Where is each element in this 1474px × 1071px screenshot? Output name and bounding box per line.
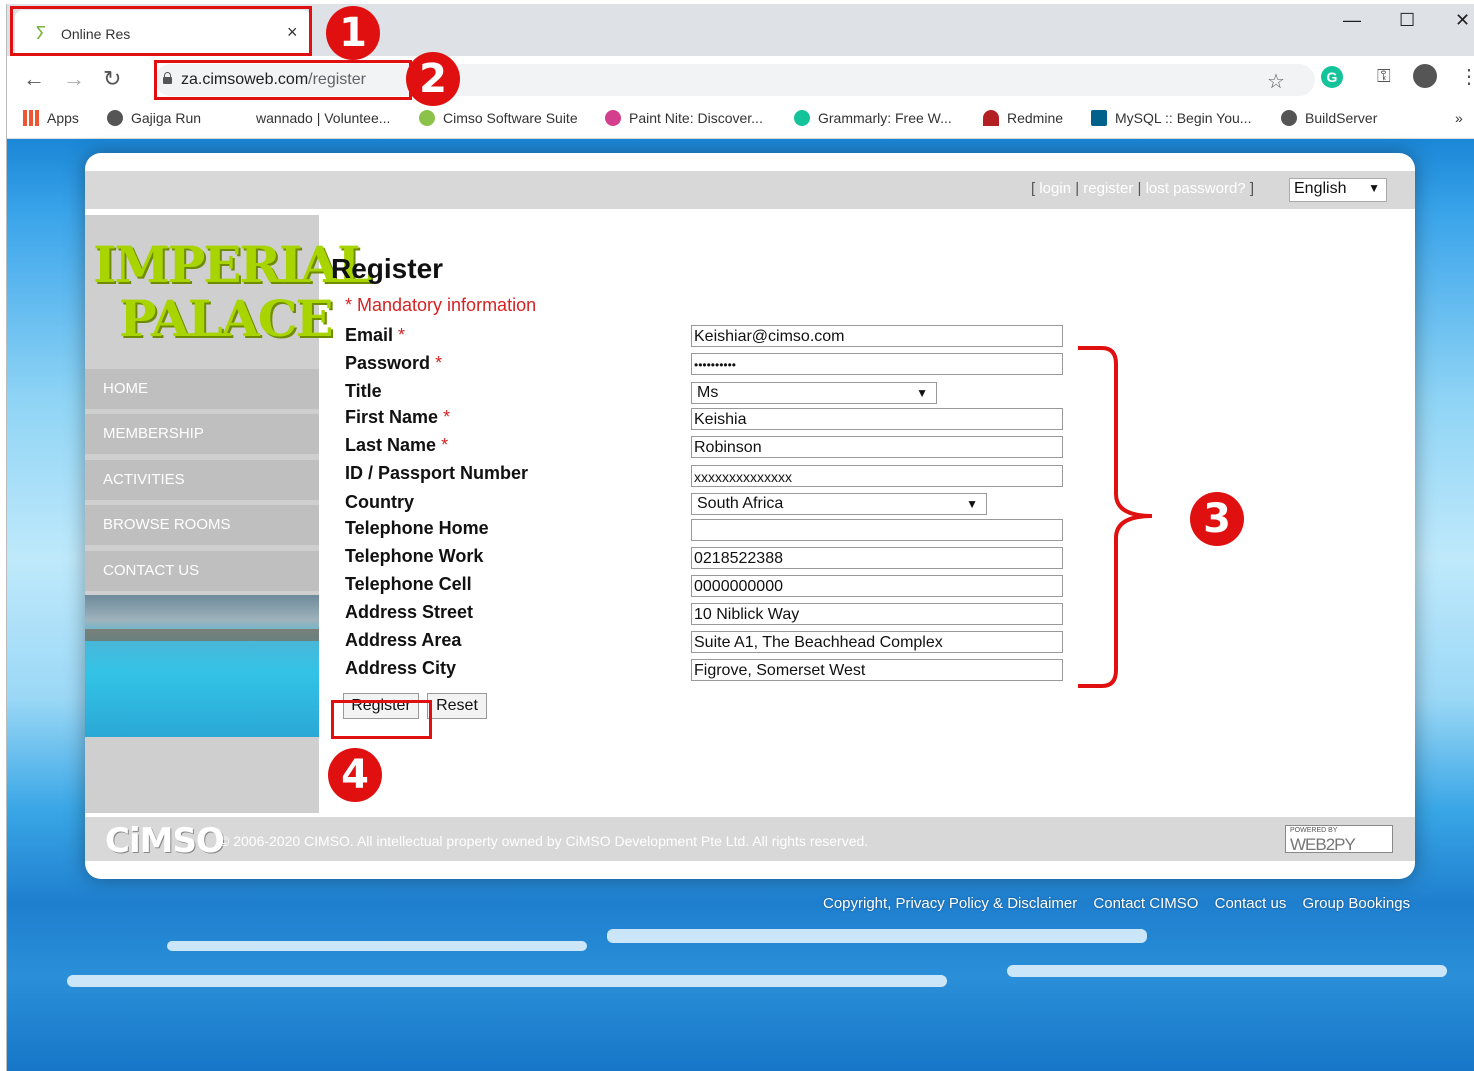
group-bookings-link[interactable]: Group Bookings (1303, 895, 1411, 912)
tel-cell-field[interactable]: 0000000000 (691, 575, 1063, 597)
grammarly-extension-icon[interactable]: G (1321, 66, 1343, 88)
bookmark-redmine[interactable]: Redmine (983, 110, 1063, 126)
sidebar-item-browse-rooms[interactable]: BROWSE ROOMS (85, 505, 319, 545)
annotation-box-tab (10, 6, 312, 56)
copyright-text: © 2006-2020 CIMSO. All intellectual prop… (219, 833, 869, 849)
reset-button[interactable]: Reset (427, 693, 487, 719)
redmine-icon (983, 110, 999, 126)
street-label: Address Street (345, 602, 474, 622)
contact-us-link[interactable]: Contact us (1215, 895, 1287, 912)
bookmark-apps[interactable]: Apps (23, 110, 79, 126)
paint-nite-icon (605, 110, 621, 126)
bookmarks-overflow-icon[interactable]: » (1455, 110, 1463, 126)
first-name-label: First Name * (345, 407, 451, 427)
password-field[interactable]: •••••••••• (691, 353, 1063, 375)
wave-decoration (1007, 965, 1447, 977)
page-background: [ login | register | lost password? ] En… (7, 139, 1474, 1071)
annotation-number-1: 1 (326, 6, 380, 60)
footer-links: Copyright, Privacy Policy & Disclaimer C… (823, 895, 1422, 912)
register-link[interactable]: register (1083, 180, 1133, 197)
sidebar-item-home[interactable]: HOME (85, 369, 319, 409)
annotation-box-url (154, 60, 412, 100)
apps-grid-icon (23, 110, 39, 126)
wave-decoration (167, 941, 587, 951)
tel-home-field[interactable] (691, 519, 1063, 541)
first-name-field[interactable]: Keishia (691, 408, 1063, 430)
country-select[interactable]: South Africa ▼ (691, 493, 987, 515)
forward-arrow-icon[interactable]: → (63, 66, 85, 92)
title-select[interactable]: Ms ▼ (691, 382, 937, 404)
pool-photo (85, 595, 319, 737)
last-name-field[interactable]: Robinson (691, 436, 1063, 458)
last-name-label: Last Name * (345, 435, 449, 455)
sidebar-item-activities[interactable]: ACTIVITIES (85, 460, 319, 500)
password-label: Password * (345, 353, 443, 373)
tel-cell-label: Telephone Cell (345, 574, 472, 594)
area-label: Address Area (345, 630, 462, 650)
area-field[interactable]: Suite A1, The Beachhead Complex (691, 631, 1063, 653)
bookmark-mysql[interactable]: MySQL :: Begin You... (1091, 110, 1251, 126)
cimso-icon (419, 110, 435, 126)
wave-decoration (67, 975, 947, 987)
language-select[interactable]: English ▼ (1289, 178, 1387, 202)
bookmark-paint-nite[interactable]: Paint Nite: Discover... (605, 110, 763, 126)
bookmark-gajiga[interactable]: Gajiga Run (107, 110, 201, 126)
sidebar-item-membership[interactable]: MEMBERSHIP (85, 414, 319, 454)
mysql-icon (1091, 110, 1107, 126)
bookmark-buildserver[interactable]: BuildServer (1281, 110, 1377, 126)
card-footer: CiMSO © 2006-2020 CIMSO. All intellectua… (85, 817, 1415, 861)
annotation-box-register (331, 700, 432, 739)
tel-home-label: Telephone Home (345, 518, 489, 538)
key-icon[interactable]: ⚿ (1377, 66, 1391, 87)
country-label: Country (345, 492, 414, 512)
annotation-number-3: 3 (1190, 492, 1244, 546)
wave-decoration (607, 929, 1147, 943)
email-label: Email * (345, 325, 406, 345)
grammarly-icon (794, 110, 810, 126)
city-field[interactable]: Figrove, Somerset West (691, 659, 1063, 681)
dropdown-arrow-icon: ▼ (916, 386, 928, 400)
close-window-button[interactable]: ✕ (1455, 10, 1470, 31)
bookmark-cimso[interactable]: Cimso Software Suite (419, 110, 578, 126)
sidebar-item-contact-us[interactable]: CONTACT US (85, 551, 319, 591)
annotation-number-4: 4 (328, 748, 382, 802)
bookmarks-bar: Apps Gajiga Run wannado | Voluntee... Ci… (7, 102, 1474, 139)
privacy-policy-link[interactable]: Copyright, Privacy Policy & Disclaimer (823, 895, 1077, 912)
annotation-number-2: 2 (406, 52, 460, 106)
browser-window: ⵢ Online Res × — ☐ ✕ ← → ↻ za.cimsoweb.c… (6, 4, 1474, 1071)
tel-work-label: Telephone Work (345, 546, 484, 566)
globe-icon (107, 110, 123, 126)
id-number-label: ID / Passport Number (345, 463, 529, 483)
lost-password-link[interactable]: lost password? (1146, 180, 1246, 197)
mandatory-note: * Mandatory information (345, 295, 537, 315)
bookmark-wannado[interactable]: wannado | Voluntee... (256, 110, 390, 126)
back-arrow-icon[interactable]: ← (23, 66, 45, 92)
bookmark-grammarly[interactable]: Grammarly: Free W... (794, 110, 952, 126)
email-field[interactable]: Keishiar@cimso.com (691, 325, 1063, 347)
profile-avatar-icon[interactable] (1413, 64, 1437, 88)
login-link[interactable]: login (1039, 180, 1071, 197)
street-field[interactable]: 10 Niblick Way (691, 603, 1063, 625)
maximize-button[interactable]: ☐ (1399, 10, 1415, 31)
page-title: Register (331, 253, 444, 284)
cimso-logo: CiMSO (105, 821, 225, 861)
contact-cimso-link[interactable]: Contact CIMSO (1093, 895, 1198, 912)
globe-icon (1281, 110, 1297, 126)
id-number-field[interactable]: xxxxxxxxxxxxxx (691, 465, 1063, 487)
title-label: Title (345, 381, 382, 401)
web2py-badge[interactable]: POWERED BY WEB2PY (1285, 825, 1393, 854)
browser-menu-icon[interactable]: ⋮ (1459, 64, 1474, 89)
reload-icon[interactable]: ↻ (103, 66, 121, 92)
annotation-brace (1078, 346, 1153, 688)
tel-work-field[interactable]: 0218522388 (691, 547, 1063, 569)
sidebar: IMPERIAL PALACE HOME MEMBERSHIP ACTIVITI… (85, 215, 372, 813)
bookmark-star-icon[interactable]: ☆ (1267, 69, 1285, 94)
account-links: [ login | register | lost password? ] (1031, 180, 1254, 197)
dropdown-arrow-icon: ▼ (1368, 181, 1380, 195)
minimize-button[interactable]: — (1343, 10, 1361, 31)
imperial-palace-logo[interactable]: IMPERIAL PALACE (85, 215, 372, 363)
city-label: Address City (345, 658, 457, 678)
dropdown-arrow-icon: ▼ (966, 497, 978, 511)
top-bar: [ login | register | lost password? ] En… (85, 171, 1415, 209)
